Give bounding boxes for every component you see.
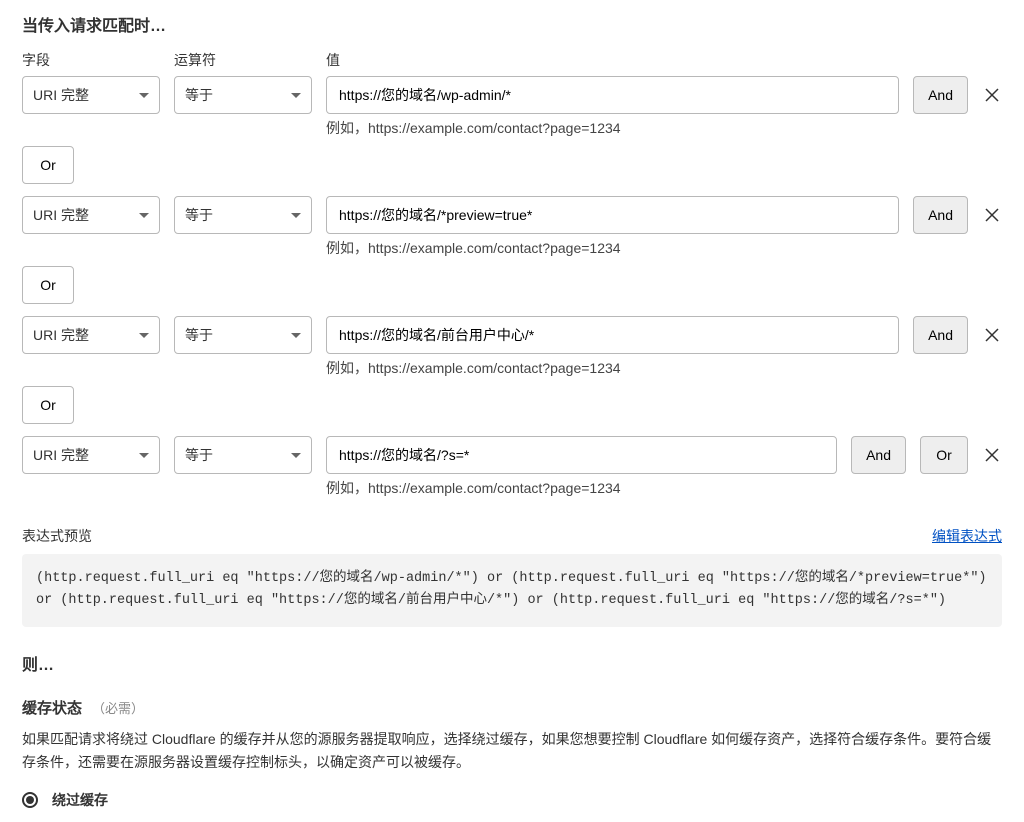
cache-status-title: 缓存状态 [22,697,82,718]
rule-row: URI 完整 等于 And [22,76,1002,114]
bypass-cache-label: 绕过缓存 [52,790,108,810]
operator-select-value: 等于 [185,85,213,105]
value-input[interactable] [326,76,899,114]
operator-select-value: 等于 [185,205,213,225]
value-input[interactable] [326,316,899,354]
close-icon[interactable] [982,85,1002,105]
then-title: 则… [22,651,1002,675]
chevron-down-icon [139,333,149,338]
and-button[interactable]: And [851,436,906,474]
operator-select[interactable]: 等于 [174,196,312,234]
cache-description: 如果匹配请求将绕过 Cloudflare 的缓存并从您的源服务器提取响应，选择绕… [22,728,1002,774]
field-select-value: URI 完整 [33,85,89,105]
value-hint: 例如，https://example.com/contact?page=1234 [326,118,621,138]
field-select[interactable]: URI 完整 [22,196,160,234]
operator-select-value: 等于 [185,325,213,345]
expression-preview: (http.request.full_uri eq "https://您的域名/… [22,554,1002,627]
field-select-value: URI 完整 [33,445,89,465]
chevron-down-icon [139,93,149,98]
operator-select-value: 等于 [185,445,213,465]
close-icon[interactable] [982,325,1002,345]
chevron-down-icon [291,213,301,218]
header-operator: 运算符 [174,50,312,70]
operator-select[interactable]: 等于 [174,76,312,114]
section-title: 当传入请求匹配时… [22,12,1002,36]
field-select[interactable]: URI 完整 [22,76,160,114]
or-button[interactable]: Or [22,146,74,184]
chevron-down-icon [291,93,301,98]
chevron-down-icon [139,213,149,218]
chevron-down-icon [139,453,149,458]
operator-select[interactable]: 等于 [174,436,312,474]
close-icon[interactable] [982,445,1002,465]
close-icon[interactable] [982,205,1002,225]
value-hint: 例如，https://example.com/contact?page=1234 [326,238,621,258]
radio-dot-icon [26,796,34,804]
or-button[interactable]: Or [22,266,74,304]
field-select-value: URI 完整 [33,325,89,345]
header-value: 值 [326,50,1002,70]
header-field: 字段 [22,50,160,70]
and-button[interactable]: And [913,76,968,114]
or-button[interactable]: Or [22,386,74,424]
operator-select[interactable]: 等于 [174,316,312,354]
or-button[interactable]: Or [920,436,968,474]
value-input[interactable] [326,436,837,474]
field-select[interactable]: URI 完整 [22,436,160,474]
required-label: （必需） [92,698,144,717]
and-button[interactable]: And [913,316,968,354]
value-hint: 例如，https://example.com/contact?page=1234 [326,478,621,498]
column-headers: 字段 运算符 值 [22,50,1002,70]
value-input[interactable] [326,196,899,234]
field-select[interactable]: URI 完整 [22,316,160,354]
rule-row: URI 完整 等于 And Or [22,436,1002,474]
value-hint: 例如，https://example.com/contact?page=1234 [326,358,621,378]
chevron-down-icon [291,333,301,338]
and-button[interactable]: And [913,196,968,234]
chevron-down-icon [291,453,301,458]
rule-row: URI 完整 等于 And [22,316,1002,354]
field-select-value: URI 完整 [33,205,89,225]
edit-expression-link[interactable]: 编辑表达式 [932,526,1002,546]
bypass-cache-radio[interactable] [22,792,38,808]
expression-preview-label: 表达式预览 [22,526,92,546]
rule-row: URI 完整 等于 And [22,196,1002,234]
